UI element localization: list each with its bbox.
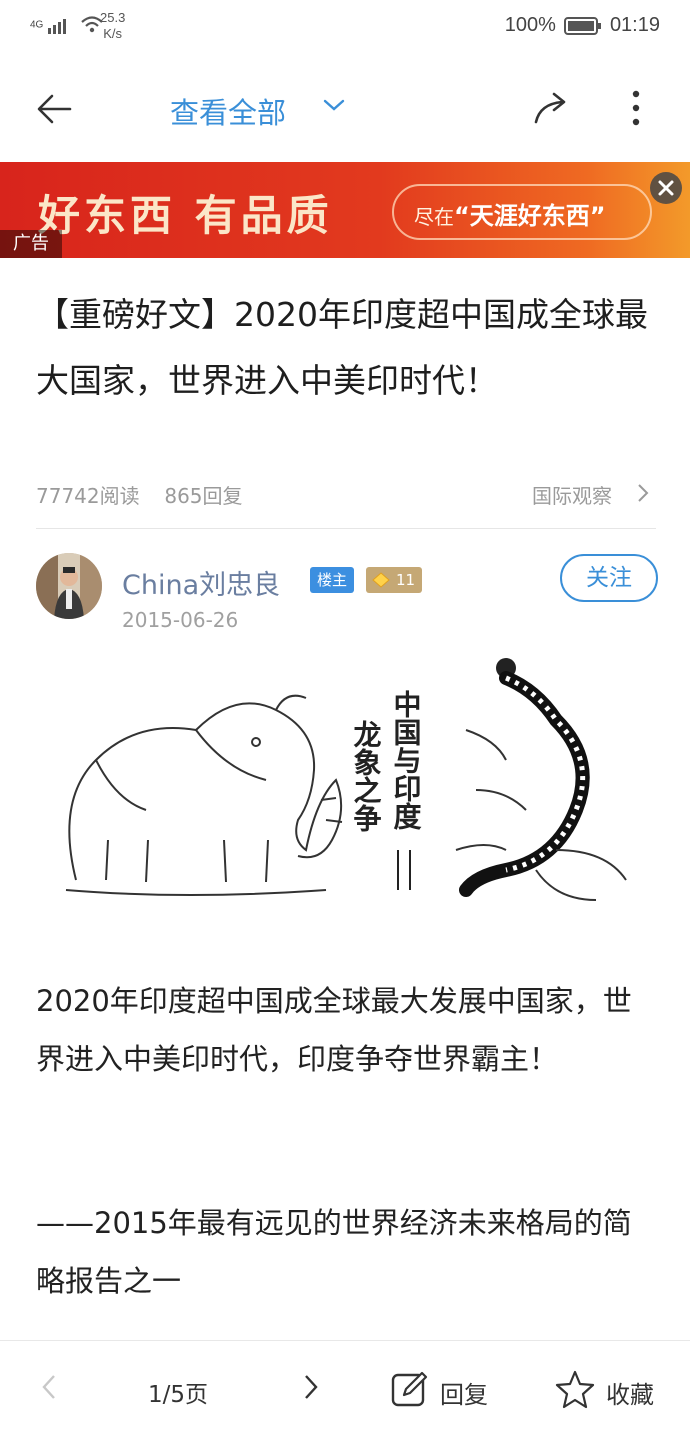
close-icon	[658, 180, 674, 196]
elephant-dragon-illustration: 中国与印度 龙象之争	[65, 658, 627, 901]
text-china-india: 中国与印度	[390, 690, 423, 831]
clock: 01:19	[609, 14, 660, 36]
share-icon	[534, 92, 566, 124]
status-bar: 4G 25.3 K/s 100% 01:19	[0, 0, 690, 56]
bottom-toolbar: 1/5页 回复 收藏	[0, 1340, 690, 1435]
favorite-button[interactable]	[554, 1369, 596, 1413]
battery-percent: 100%	[504, 14, 556, 36]
network-speed: 25.3 K/s	[100, 10, 126, 41]
reply-button[interactable]	[390, 1369, 430, 1413]
article-illustration: 中国与印度 龙象之争	[36, 650, 656, 920]
nav-title[interactable]: 查看全部	[170, 90, 286, 132]
post-date: 2015-06-26	[122, 608, 239, 632]
reply-count: 865回复	[164, 484, 243, 508]
page-indicator[interactable]: 1/5页	[148, 1375, 208, 1409]
ad-tag: 广告	[0, 230, 62, 258]
battery-icon	[563, 16, 601, 35]
next-page-button[interactable]	[302, 1373, 320, 1405]
level-badge: 11	[366, 567, 422, 593]
diamond-icon	[372, 572, 390, 588]
body-paragraph: ——2015年最有远见的世界经济未来格局的简略报告之一	[36, 1206, 632, 1298]
author-name[interactable]: China刘忠良	[122, 563, 280, 602]
status-right: 100% 01:19	[505, 14, 660, 37]
text-dragon-elephant: 龙象之争	[350, 720, 383, 832]
category-link[interactable]: 国际观察	[532, 480, 649, 509]
ad-slogan: 好东西 有品质	[38, 191, 333, 240]
follow-button[interactable]: 关注	[560, 554, 658, 602]
ad-pill-text: 尽在“天涯好东西”	[414, 202, 606, 230]
chevron-left-icon	[42, 1375, 55, 1399]
prev-page-button[interactable]	[40, 1373, 58, 1405]
reply-label[interactable]: 回复	[440, 1375, 488, 1410]
network-indicator: 4G	[30, 14, 105, 36]
chevron-right-icon	[305, 1375, 318, 1399]
more-vertical-icon	[632, 90, 640, 126]
chevron-down-icon	[323, 99, 345, 111]
nav-dropdown[interactable]	[322, 96, 346, 118]
favorite-label[interactable]: 收藏	[606, 1375, 654, 1410]
illustration-text: 中国与印度 龙象之争	[350, 690, 423, 890]
category-label: 国际观察	[532, 484, 612, 508]
ad-close-button[interactable]	[650, 172, 682, 204]
body-paragraph: 2020年印度超中国成全球最大发展中国家，世界进入中美印时代，印度争夺世界霸主！	[36, 984, 632, 1076]
back-arrow-icon	[37, 94, 72, 124]
share-button[interactable]	[532, 90, 572, 130]
top-nav: 查看全部	[0, 56, 690, 162]
signal-icon	[48, 19, 67, 34]
dragon-drawing	[455, 658, 627, 901]
ad-banner[interactable]: 好东西 有品质 尽在“天涯好东西” 广告	[0, 162, 690, 258]
divider	[36, 528, 656, 529]
star-icon	[555, 1370, 595, 1409]
article-title: 【重磅好文】2020年印度超中国成全球最大国家，世界进入中美印时代！	[36, 295, 648, 400]
avatar-photo	[36, 553, 102, 619]
more-button[interactable]	[630, 88, 642, 132]
elephant-drawing	[65, 694, 343, 896]
avatar[interactable]	[36, 553, 102, 619]
back-button[interactable]	[36, 92, 72, 130]
read-count: 77742阅读	[36, 484, 140, 508]
article-stats: 77742阅读 865回复	[36, 480, 243, 509]
edit-icon	[391, 1371, 428, 1407]
chevron-right-icon	[638, 484, 649, 502]
owner-badge: 楼主	[310, 567, 354, 593]
